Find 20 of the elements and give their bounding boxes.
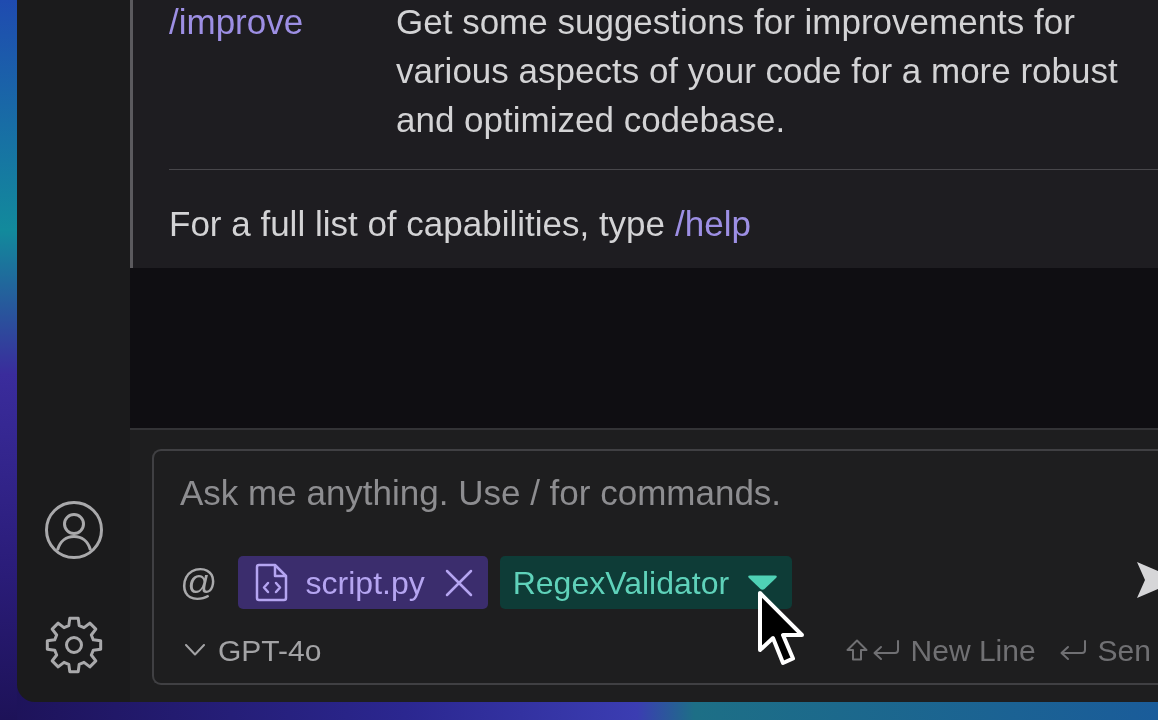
file-name: script.py: [305, 563, 425, 603]
help-command-link[interactable]: /help: [675, 204, 751, 243]
model-selector[interactable]: GPT-4o: [180, 627, 322, 673]
chevron-down-icon: [185, 644, 205, 656]
file-context-chip[interactable]: script.py: [237, 556, 488, 609]
send-icon[interactable]: [1137, 562, 1158, 598]
help-hint-text: For a full list of capabilities, type /help: [169, 203, 752, 245]
user-account-icon[interactable]: [44, 501, 103, 559]
shortcut-hint-label: New Line: [910, 632, 1036, 669]
close-icon[interactable]: [444, 568, 473, 597]
shift-key-icon: [845, 639, 868, 661]
command-name: /improve: [169, 1, 305, 43]
agent-dropdown-button[interactable]: RegexValidator: [499, 556, 793, 609]
code-file-icon: [254, 563, 288, 602]
caret-down-icon: [747, 575, 779, 590]
command-description: Get some suggestions for improvements for various aspects of your code for a more robust and optimized codebase.: [396, 1, 1119, 141]
message-input-field[interactable]: Ask me anything. Use / for commands.: [180, 469, 1080, 517]
shortcut-hint-label: Sen: [1097, 632, 1151, 669]
settings-icon[interactable]: [44, 616, 103, 674]
mention-button[interactable]: @: [180, 556, 218, 609]
